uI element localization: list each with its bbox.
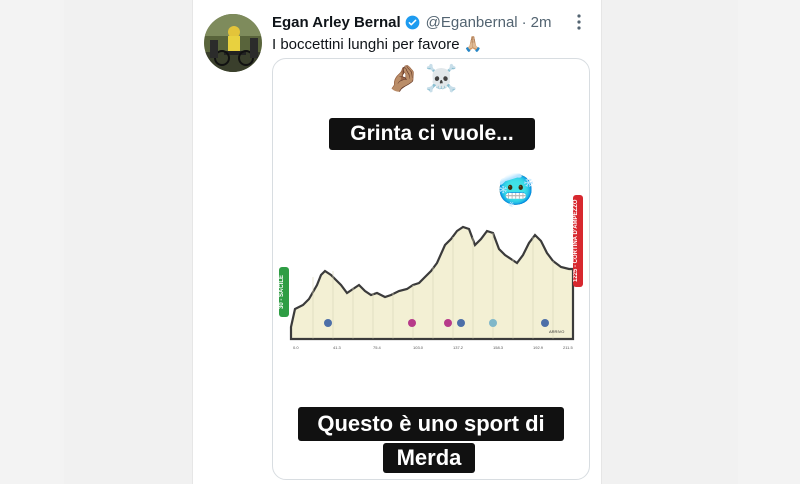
pinched-fingers-emoji: 🤌🏽 xyxy=(387,63,420,93)
arrival-label: ARRIVO xyxy=(549,329,565,334)
start-label: 30 - SACILE xyxy=(279,275,285,310)
author-handle[interactable]: @Eganbernal xyxy=(426,14,518,31)
tweet-header: Egan Arley Bernal @Eganbernal · 2m xyxy=(272,12,551,32)
skull-crossbones-emoji: ☠️ xyxy=(425,63,458,93)
verified-badge-icon xyxy=(405,15,420,30)
media-emoji-row: 🤌🏽 ☠️ xyxy=(387,63,458,94)
tweet-media[interactable]: 🤌🏽 ☠️ Grinta ci vuole... 0.0 41.3 75.4 1… xyxy=(272,58,590,480)
svg-text:75.4: 75.4 xyxy=(373,345,382,350)
caption-bottom-line2: Merda xyxy=(383,443,475,473)
more-options-icon[interactable] xyxy=(573,12,585,32)
tweet-timestamp[interactable]: 2m xyxy=(531,14,552,31)
avatar[interactable] xyxy=(204,14,262,72)
finish-label: 1225 - CORTINA D'AMPEZZO xyxy=(573,199,579,283)
svg-text:137.2: 137.2 xyxy=(453,345,464,350)
svg-text:0.0: 0.0 xyxy=(293,345,299,350)
svg-text:158.3: 158.3 xyxy=(493,345,504,350)
tweet-text: I boccettini lunghi per favore 🙏🏼 xyxy=(272,36,483,53)
separator-dot: · xyxy=(521,13,527,31)
svg-text:211.5: 211.5 xyxy=(563,345,573,350)
page-background-left xyxy=(0,0,64,484)
stage-profile: 0.0 41.3 75.4 103.0 137.2 158.3 192.9 211.5 3… xyxy=(273,167,589,377)
svg-text:192.9: 192.9 xyxy=(533,345,544,350)
caption-top: Grinta ci vuole... xyxy=(329,118,535,150)
avatar-photo xyxy=(204,14,262,72)
caption-bottom-line1: Questo è uno sport di xyxy=(298,407,564,441)
page-background-right xyxy=(738,0,800,484)
svg-text:103.0: 103.0 xyxy=(413,345,424,350)
svg-text:41.3: 41.3 xyxy=(333,345,342,350)
author-name[interactable]: Egan Arley Bernal xyxy=(272,14,401,31)
cold-face-sticker: 🥶 xyxy=(497,174,535,207)
